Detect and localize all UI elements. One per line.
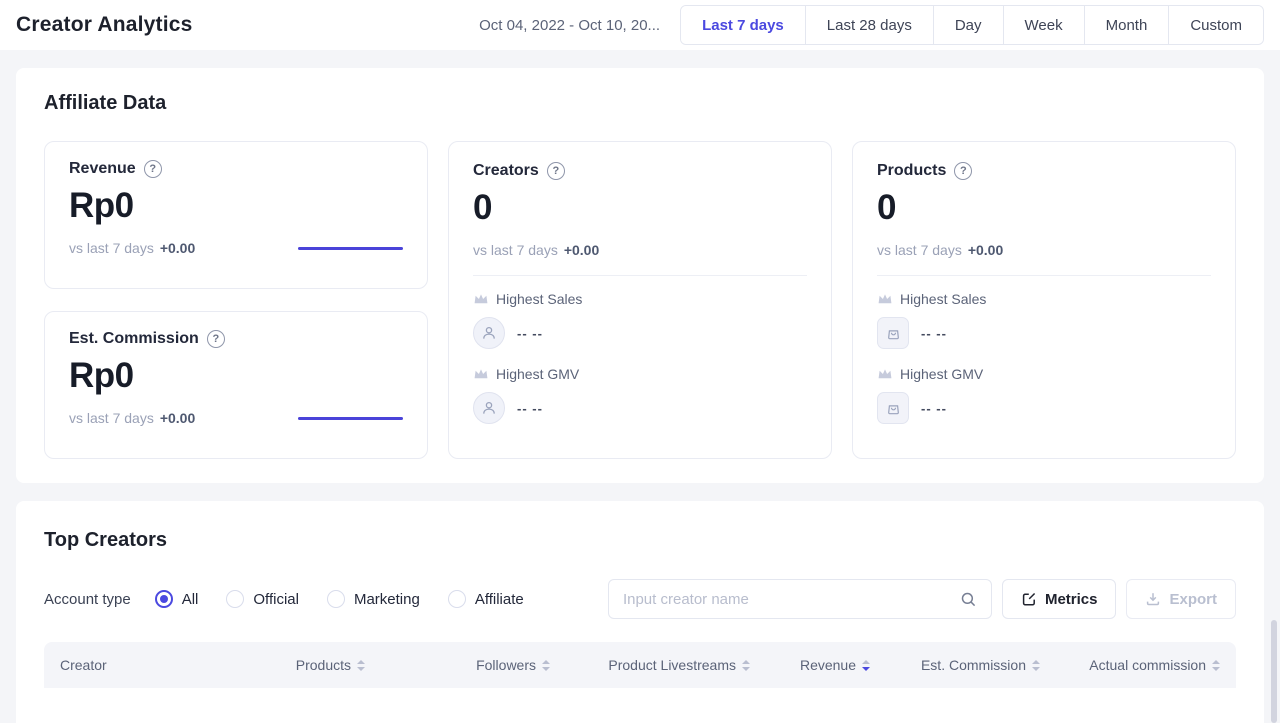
date-range-text: Oct 04, 2022 - Oct 10, 20... <box>479 17 660 34</box>
product-bag-icon <box>877 392 909 424</box>
column-header-actual-commission[interactable]: Actual commission <box>1040 657 1220 673</box>
page-title: Creator Analytics <box>16 13 193 37</box>
top-bar: Creator Analytics Oct 04, 2022 - Oct 10,… <box>0 0 1280 50</box>
creator-search-box <box>608 579 992 619</box>
radio-account-type-affiliate[interactable]: Affiliate <box>448 590 524 608</box>
crown-icon <box>473 292 489 306</box>
metrics-edit-icon <box>1021 591 1037 607</box>
column-header-product-livestreams[interactable]: Product Livestreams <box>550 657 750 673</box>
highest-gmv-label: Highest GMV <box>496 366 579 382</box>
crown-icon <box>877 367 893 381</box>
highest-gmv-creator: -- -- <box>517 401 543 416</box>
column-header-creator: Creator <box>60 657 230 673</box>
comparison-delta: +0.00 <box>160 410 195 426</box>
comparison-label: vs last 7 days <box>473 242 558 258</box>
radio-account-type-marketing[interactable]: Marketing <box>327 590 420 608</box>
revenue-card-title: Revenue <box>69 160 136 178</box>
revenue-sparkline <box>298 247 403 250</box>
column-header-products[interactable]: Products <box>230 657 365 673</box>
date-range-tabs: Last 7 days Last 28 days Day Week Month … <box>680 5 1264 45</box>
crown-icon <box>473 367 489 381</box>
crown-icon <box>877 292 893 306</box>
radio-account-type-all[interactable]: All <box>155 590 199 608</box>
sort-icon[interactable] <box>357 660 365 671</box>
comparison-label: vs last 7 days <box>69 240 154 256</box>
radio-icon <box>327 590 345 608</box>
revenue-value: Rp0 <box>69 186 403 226</box>
highest-sales-label: Highest Sales <box>900 291 986 307</box>
est-commission-card-title: Est. Commission <box>69 330 199 348</box>
tab-week[interactable]: Week <box>1003 6 1084 44</box>
comparison-delta: +0.00 <box>160 240 195 256</box>
metrics-button[interactable]: Metrics <box>1002 579 1117 619</box>
sort-icon[interactable] <box>542 660 550 671</box>
column-header-est-commission[interactable]: Est. Commission <box>870 657 1040 673</box>
sort-icon-active-desc[interactable] <box>862 660 870 671</box>
tab-month[interactable]: Month <box>1084 6 1169 44</box>
revenue-card: Revenue ? Rp0 vs last 7 days +0.00 <box>44 141 428 289</box>
products-card-title: Products <box>877 162 946 180</box>
creators-card-title: Creators <box>473 162 539 180</box>
help-icon[interactable]: ? <box>144 160 162 178</box>
products-card: Products ? 0 vs last 7 days +0.00 Highes… <box>852 141 1236 459</box>
top-creators-heading: Top Creators <box>44 529 1236 552</box>
account-type-label: Account type <box>44 591 131 608</box>
highest-gmv-product: -- -- <box>921 401 947 416</box>
sort-icon[interactable] <box>742 660 750 671</box>
column-header-revenue[interactable]: Revenue <box>750 657 870 673</box>
tab-last-28-days[interactable]: Last 28 days <box>805 6 933 44</box>
affiliate-data-panel: Affiliate Data Revenue ? Rp0 vs last 7 d… <box>16 68 1264 483</box>
creator-avatar-placeholder-icon <box>473 392 505 424</box>
download-icon <box>1145 591 1161 607</box>
affiliate-data-heading: Affiliate Data <box>44 92 1236 115</box>
highest-sales-product: -- -- <box>921 326 947 341</box>
help-icon[interactable]: ? <box>207 330 225 348</box>
creator-avatar-placeholder-icon <box>473 317 505 349</box>
page-scrollbar[interactable] <box>1271 620 1277 723</box>
comparison-label: vs last 7 days <box>877 242 962 258</box>
products-value: 0 <box>877 188 1211 228</box>
top-creators-table-header: Creator Products Followers Product Lives… <box>44 642 1236 688</box>
comparison-delta: +0.00 <box>564 242 599 258</box>
radio-icon <box>155 590 173 608</box>
column-header-followers[interactable]: Followers <box>365 657 550 673</box>
creators-card: Creators ? 0 vs last 7 days +0.00 Highes… <box>448 141 832 459</box>
highest-sales-creator: -- -- <box>517 326 543 341</box>
highest-sales-label: Highest Sales <box>496 291 582 307</box>
comparison-delta: +0.00 <box>968 242 1003 258</box>
est-commission-card: Est. Commission ? Rp0 vs last 7 days +0.… <box>44 311 428 459</box>
product-bag-icon <box>877 317 909 349</box>
sort-icon[interactable] <box>1032 660 1040 671</box>
radio-icon <box>448 590 466 608</box>
radio-icon <box>226 590 244 608</box>
est-commission-sparkline <box>298 417 403 420</box>
radio-account-type-official[interactable]: Official <box>226 590 299 608</box>
export-button[interactable]: Export <box>1126 579 1236 619</box>
highest-gmv-label: Highest GMV <box>900 366 983 382</box>
sort-icon[interactable] <box>1212 660 1220 671</box>
tab-last-7-days[interactable]: Last 7 days <box>681 6 805 44</box>
comparison-label: vs last 7 days <box>69 410 154 426</box>
creator-search-input[interactable] <box>623 591 960 608</box>
help-icon[interactable]: ? <box>547 162 565 180</box>
est-commission-value: Rp0 <box>69 356 403 396</box>
tab-day[interactable]: Day <box>933 6 1003 44</box>
tab-custom[interactable]: Custom <box>1168 6 1263 44</box>
help-icon[interactable]: ? <box>954 162 972 180</box>
top-creators-panel: Top Creators Account type All Official M… <box>16 501 1264 723</box>
search-icon[interactable] <box>960 591 977 608</box>
creators-value: 0 <box>473 188 807 228</box>
